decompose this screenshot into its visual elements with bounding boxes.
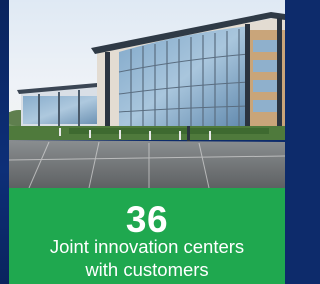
stat-caption-line-1: Joint innovation centers <box>49 236 245 257</box>
office-building-photo <box>9 0 285 188</box>
innovation-centers-card: 36 Joint innovation centers with custome… <box>0 0 285 284</box>
stat-panel: 36 Joint innovation centers with custome… <box>9 188 285 284</box>
left-accent-strip <box>0 0 9 284</box>
stat-value: 36 <box>125 199 169 240</box>
stat-caption: Joint innovation centers with customers <box>9 235 285 281</box>
stat-caption-line-2: with customers <box>85 259 209 280</box>
